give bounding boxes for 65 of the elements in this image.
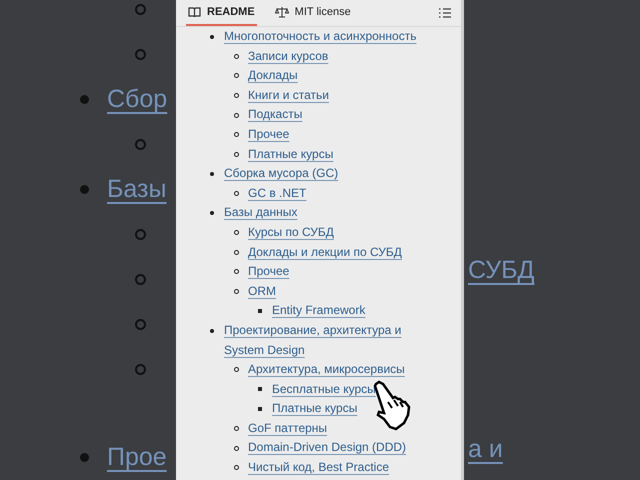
circle-bullet-icon bbox=[234, 54, 239, 59]
backdrop-text: а и bbox=[468, 435, 503, 464]
circle-bullet-icon bbox=[234, 73, 239, 78]
circle-bullet-icon bbox=[234, 250, 239, 255]
circle-bullet-icon bbox=[234, 132, 239, 138]
circle-bullet-icon bbox=[234, 230, 239, 236]
circle-bullet-icon bbox=[234, 191, 239, 196]
circle-bullet-icon bbox=[234, 93, 239, 98]
circle-bullet-icon bbox=[135, 49, 146, 60]
disc-bullet-icon bbox=[80, 453, 89, 462]
square-bullet-icon bbox=[258, 387, 262, 392]
circle-bullet-icon bbox=[135, 319, 146, 330]
toc-link[interactable]: Платные курсы bbox=[248, 144, 334, 164]
backdrop-text: Базы bbox=[107, 175, 166, 204]
square-bullet-icon bbox=[258, 309, 262, 314]
toc-link[interactable]: Проектирование, архитектура и System Design bbox=[224, 320, 424, 360]
book-icon bbox=[188, 6, 201, 18]
circle-bullet-icon bbox=[234, 152, 239, 157]
toc-link[interactable]: Сборка мусора (GC) bbox=[224, 164, 338, 184]
menu-button[interactable] bbox=[437, 6, 453, 20]
toc-link[interactable]: Доклады bbox=[248, 66, 298, 86]
toc-link[interactable]: Записи курсов bbox=[248, 46, 328, 66]
circle-bullet-icon bbox=[135, 139, 146, 150]
toc-link[interactable]: Бесплатные курсы bbox=[272, 380, 376, 400]
toc-link[interactable]: Прочее bbox=[248, 124, 290, 145]
backdrop-text: Сбор bbox=[107, 85, 168, 114]
tab[interactable]: MIT license bbox=[272, 0, 353, 26]
backdrop-text: Прое bbox=[107, 443, 167, 472]
disc-bullet-icon bbox=[210, 328, 214, 333]
disc-bullet-icon bbox=[210, 211, 214, 216]
toc-link[interactable]: Entity Framework bbox=[272, 301, 366, 321]
disc-bullet-icon bbox=[80, 95, 89, 104]
circle-bullet-icon bbox=[234, 426, 239, 432]
circle-bullet-icon bbox=[135, 4, 146, 15]
toc-link[interactable]: ORM bbox=[248, 282, 276, 302]
disc-bullet-icon bbox=[80, 185, 89, 194]
toc-link[interactable]: Платные курсы bbox=[272, 399, 358, 419]
toc-link[interactable]: Доклады и лекции по СУБД bbox=[248, 242, 402, 262]
toc-link[interactable]: Базы данных bbox=[224, 203, 298, 223]
circle-bullet-icon bbox=[135, 364, 146, 375]
circle-bullet-icon bbox=[234, 289, 239, 294]
list-icon bbox=[439, 8, 451, 18]
circle-bullet-icon bbox=[234, 112, 239, 118]
toc-link[interactable]: Чистый код, Best Practice bbox=[248, 458, 390, 478]
circle-bullet-icon bbox=[234, 269, 239, 274]
circle-bullet-icon bbox=[234, 465, 239, 470]
circle-bullet-icon bbox=[234, 367, 239, 372]
circle-bullet-icon bbox=[234, 446, 239, 451]
circle-bullet-icon bbox=[135, 229, 146, 240]
toc-link[interactable]: Многопоточность и асинхронность bbox=[224, 27, 416, 47]
toc-link[interactable]: Книги и статьи bbox=[248, 86, 329, 106]
toc-link[interactable]: Прочее bbox=[248, 262, 290, 282]
circle-bullet-icon bbox=[135, 274, 146, 285]
disc-bullet-icon bbox=[210, 172, 214, 176]
tab[interactable]: README bbox=[186, 0, 257, 26]
backdrop-text: СУБД bbox=[468, 256, 534, 285]
toc-link[interactable]: GC в .NET bbox=[248, 184, 306, 204]
disc-bullet-icon bbox=[210, 34, 214, 39]
scale-icon bbox=[274, 6, 289, 18]
toc-link[interactable]: Domain-Driven Design (DDD) bbox=[248, 438, 406, 458]
square-bullet-icon bbox=[258, 407, 262, 412]
toc-link[interactable]: Курсы по СУБД bbox=[248, 222, 334, 243]
toc-link[interactable]: GoF паттерны bbox=[248, 418, 328, 438]
toc-link[interactable]: Архитектура, микросервисы bbox=[248, 360, 405, 380]
toc-link[interactable]: Подкасты bbox=[248, 105, 302, 125]
